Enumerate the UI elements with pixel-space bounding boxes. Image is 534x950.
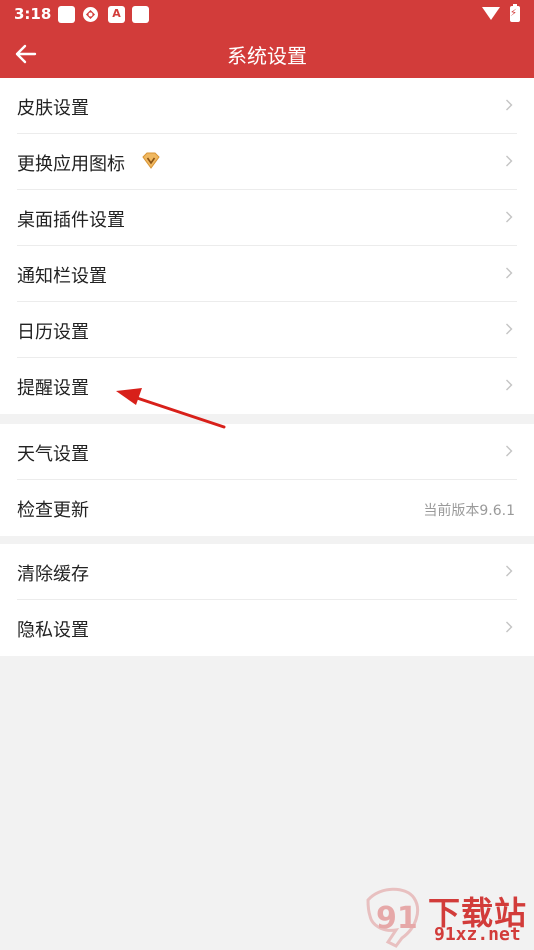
chevron-right-icon (506, 267, 513, 279)
cast-icon (82, 6, 99, 23)
row-label: 日历设置 (17, 322, 89, 343)
watermark-url: 91xz.net (434, 924, 521, 945)
settings-group-privacy: 清除缓存 隐私设置 (0, 544, 534, 656)
row-label: 清除缓存 (17, 564, 89, 585)
row-label: 皮肤设置 (17, 98, 89, 119)
chevron-right-icon (506, 99, 513, 111)
row-label: 提醒设置 (17, 378, 89, 399)
current-version-text: 当前版本9.6.1 (423, 503, 515, 519)
row-reminder-settings[interactable]: 提醒设置 (17, 358, 517, 414)
row-label: 天气设置 (17, 444, 89, 465)
square-icon (132, 6, 149, 23)
row-check-update[interactable]: 检查更新 当前版本9.6.1 (17, 480, 517, 536)
row-label: 通知栏设置 (17, 266, 107, 287)
settings-group-weather-update: 天气设置 检查更新 当前版本9.6.1 (0, 424, 534, 536)
chevron-right-icon (506, 379, 513, 391)
status-time: 3:18 (14, 5, 52, 23)
row-skin-settings[interactable]: 皮肤设置 (17, 78, 517, 134)
app-bar: 系统设置 (0, 30, 534, 78)
chevron-right-icon (506, 323, 513, 335)
battery-charging-icon (510, 4, 520, 22)
chevron-right-icon (506, 565, 513, 577)
square-icon (58, 6, 75, 23)
chevron-right-icon (506, 211, 513, 223)
row-privacy-settings[interactable]: 隐私设置 (17, 600, 517, 656)
watermark: 91 下载站 91xz.net (362, 886, 534, 950)
row-clear-cache[interactable]: 清除缓存 (17, 544, 517, 600)
row-label: 更换应用图标 (17, 154, 125, 175)
chevron-right-icon (506, 445, 513, 457)
vip-diamond-icon (142, 152, 160, 169)
settings-group-display: 皮肤设置 更换应用图标 桌面插件设置 通知栏设置 日历设置 提醒设置 (0, 78, 534, 414)
row-widget-settings[interactable]: 桌面插件设置 (17, 190, 517, 246)
row-change-app-icon[interactable]: 更换应用图标 (17, 134, 517, 190)
chevron-right-icon (506, 621, 513, 633)
a-icon (108, 6, 125, 23)
row-label: 桌面插件设置 (17, 210, 125, 231)
status-bar: 3:18 (0, 0, 534, 30)
chevron-right-icon (506, 155, 513, 167)
row-weather-settings[interactable]: 天气设置 (17, 424, 517, 480)
row-calendar-settings[interactable]: 日历设置 (17, 302, 517, 358)
watermark-logo: 91 (366, 887, 419, 948)
wifi-icon (482, 7, 500, 20)
svg-text:91: 91 (376, 901, 418, 936)
row-label: 检查更新 (17, 500, 89, 521)
row-notification-bar-settings[interactable]: 通知栏设置 (17, 246, 517, 302)
page-title: 系统设置 (227, 44, 307, 68)
row-label: 隐私设置 (17, 620, 89, 641)
